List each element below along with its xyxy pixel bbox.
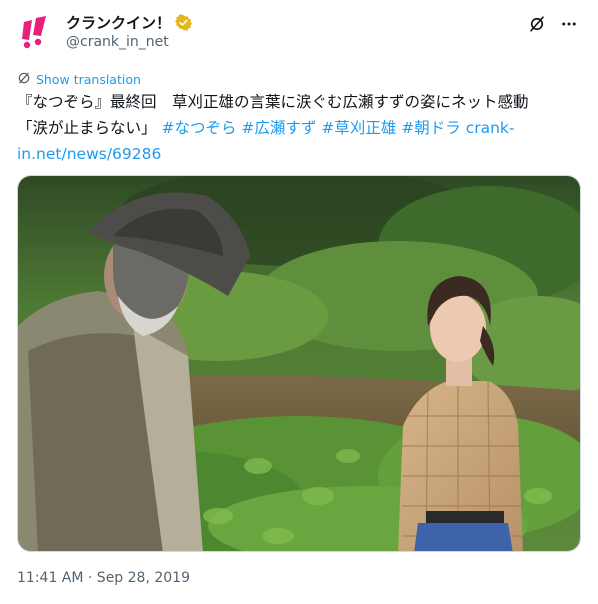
author-display-name[interactable]: クランクイン！ [66,12,171,33]
tweet-photo[interactable] [17,175,581,552]
more-options-icon[interactable] [558,13,580,35]
photo-image [18,176,580,551]
translate-icon [17,70,31,89]
hashtag-kusakari-masao[interactable]: #草刈正雄 [321,119,396,137]
article-link-part-1[interactable]: crank- [466,119,515,137]
tweet-text-line-3: in.net/news/69286 [17,141,587,167]
avatar[interactable] [16,12,56,52]
crank-in-logo-icon [16,12,56,52]
gold-verified-badge-icon[interactable] [175,13,192,31]
show-translation-button[interactable]: Show translation [17,70,141,89]
article-link-part-2[interactable]: in.net/news/69286 [17,145,161,163]
tweet-text-line-2: 「涙が止まらない」 #なつぞら #広瀬すず #草刈正雄 #朝ドラ crank- [17,115,587,141]
author-handle[interactable]: @crank_in_net [66,34,169,50]
tweet-card: クランクイン！ @crank_in_net Show translation 『… [0,0,598,604]
tweet-text-line-1: 『なつぞら』最終回 草刈正雄の言葉に涙ぐむ広瀬すずの姿にネット感動 [17,93,529,111]
show-translation-label: Show translation [36,72,141,87]
author-name-row: クランクイン！ [66,12,192,32]
hashtag-natsuzora[interactable]: #なつぞら [161,119,236,137]
tweet-quote-text: 「涙が止まらない」 [17,119,157,137]
hashtag-hirose-suzu[interactable]: #広瀬すず [241,119,316,137]
tweet-timestamp[interactable]: 11:41 AM · Sep 28, 2019 [17,570,190,586]
grok-icon[interactable] [526,13,548,35]
tweet-text: 『なつぞら』最終回 草刈正雄の言葉に涙ぐむ広瀬すずの姿にネット感動 「涙が止まら… [17,89,587,167]
hashtag-asadora[interactable]: #朝ドラ [401,119,461,137]
tweet-actions [526,13,580,35]
